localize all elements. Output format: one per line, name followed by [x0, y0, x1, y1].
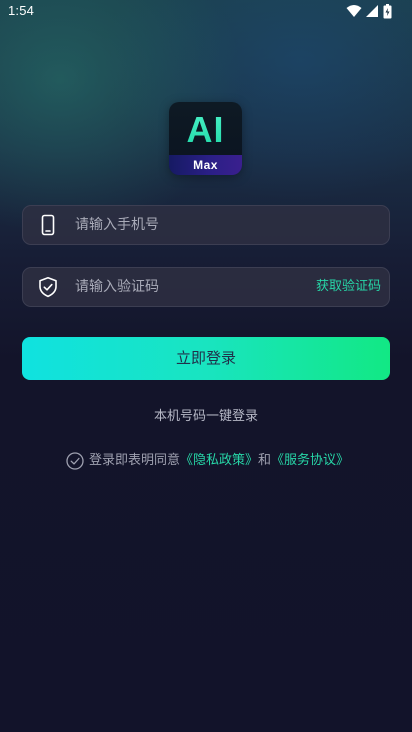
service-agreement-link[interactable]: 《服务协议》 — [271, 453, 349, 468]
status-bar: 1:54 — [0, 0, 412, 24]
agreement-text: 登录即表明同意《隐私政策》和《服务协议》 — [89, 451, 349, 471]
code-input[interactable] — [75, 268, 305, 306]
logo-subtitle: Max — [193, 158, 218, 172]
privacy-policy-link[interactable]: 《隐私政策》 — [180, 453, 258, 468]
code-field[interactable]: 获取验证码 — [22, 267, 390, 307]
logo-title: AI — [169, 110, 242, 150]
phone-field[interactable] — [22, 205, 390, 245]
agreement-checkbox[interactable] — [66, 452, 84, 470]
agreement-conjunction: 和 — [258, 453, 272, 468]
phone-input[interactable] — [75, 206, 305, 244]
login-button[interactable]: 立即登录 — [22, 337, 390, 380]
battery-icon — [383, 4, 392, 19]
status-time: 1:54 — [8, 3, 35, 18]
app-logo: AI Max — [169, 102, 242, 175]
phone-icon — [41, 214, 55, 236]
get-code-button[interactable]: 获取验证码 — [316, 268, 381, 306]
agreement-prefix: 登录即表明同意 — [89, 453, 181, 468]
wifi-icon — [346, 5, 362, 17]
shield-icon — [39, 277, 57, 298]
signal-icon — [366, 5, 378, 17]
one-click-login-link[interactable]: 本机号码一键登录 — [0, 405, 412, 424]
status-icons — [346, 4, 398, 20]
